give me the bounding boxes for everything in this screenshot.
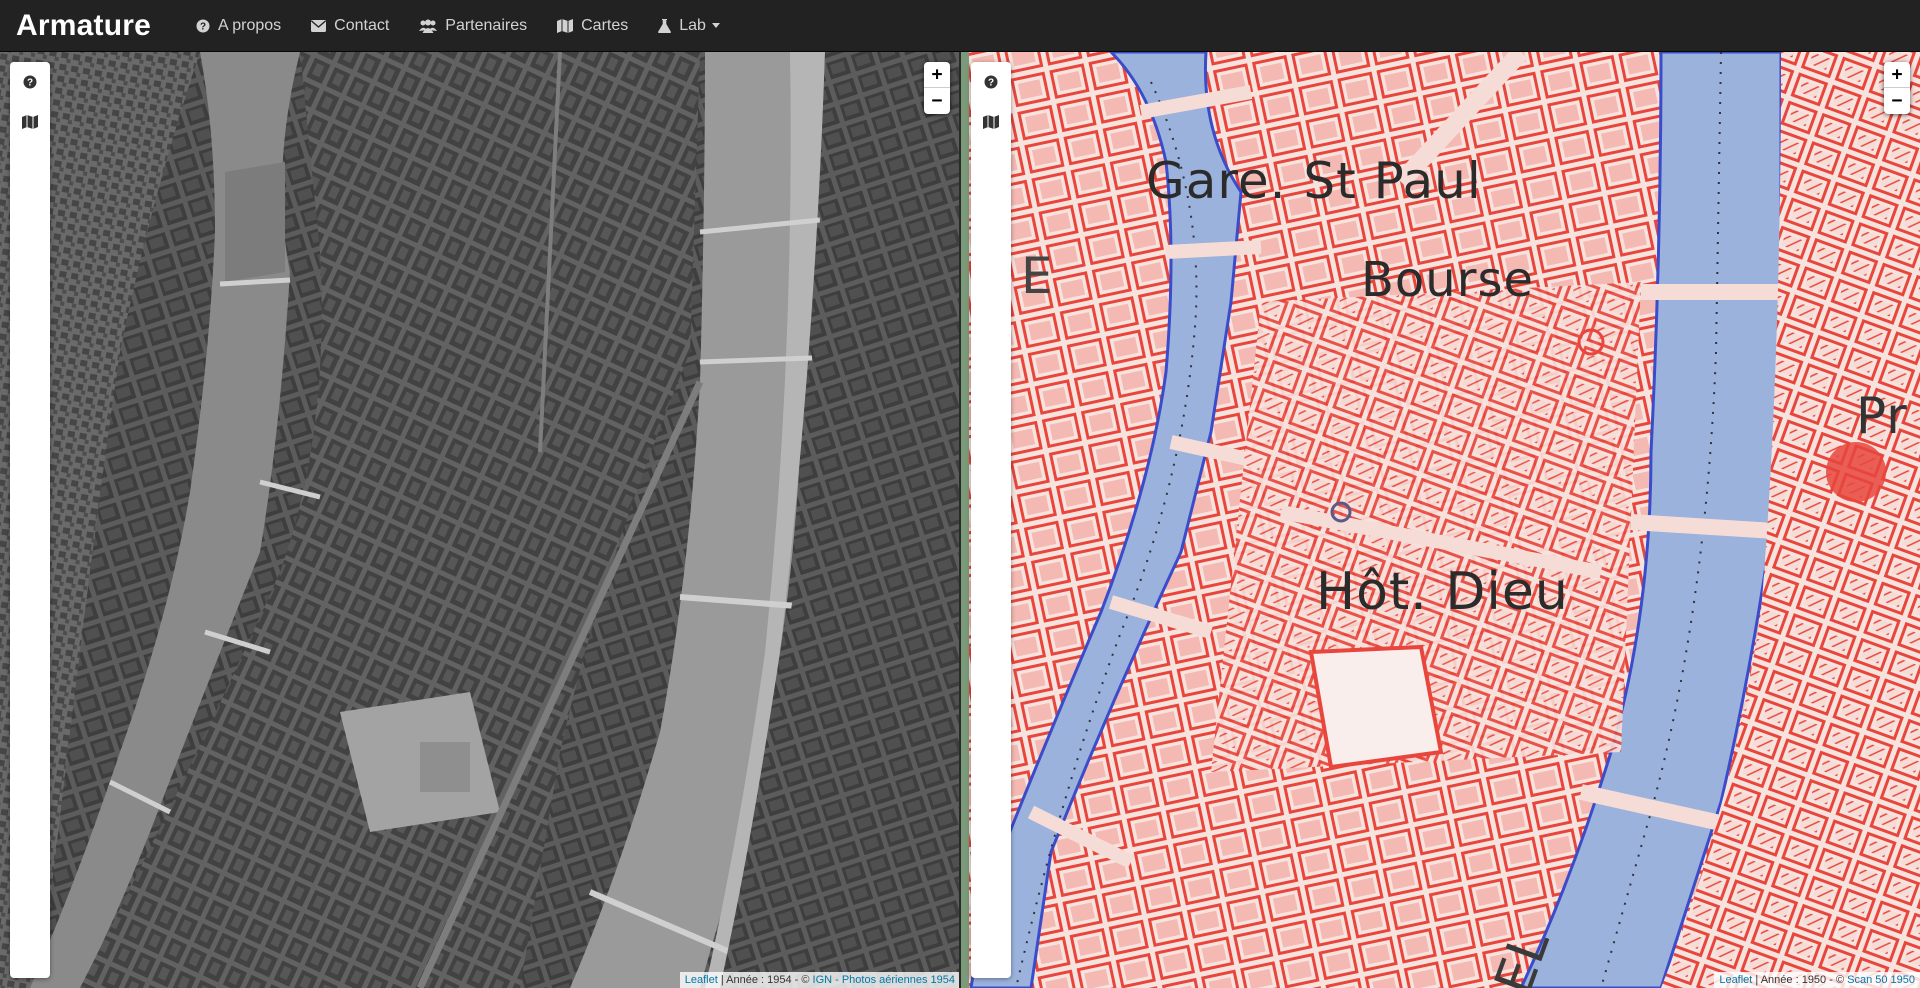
label-gare-st-paul: Gare. St Paul bbox=[1146, 152, 1482, 210]
svg-text:?: ? bbox=[27, 78, 33, 89]
nav-partenaires[interactable]: Partenaires bbox=[404, 0, 542, 52]
label-bourse: Bourse bbox=[1361, 252, 1534, 308]
left-attribution-text: | Année : 1954 - © bbox=[717, 974, 813, 986]
right-attribution-text: | Année : 1950 - © bbox=[1752, 974, 1848, 986]
right-sidebar: ? bbox=[971, 62, 1011, 978]
left-zoom-control: + − bbox=[924, 62, 950, 114]
nav-contact[interactable]: Contact bbox=[296, 0, 404, 52]
top-navbar: Armature ? A propos Contact Partenaires bbox=[0, 0, 1920, 52]
left-source-link[interactable]: IGN - Photos aériennes 1954 bbox=[813, 974, 955, 986]
left-layers-tab[interactable] bbox=[10, 102, 50, 142]
users-icon bbox=[419, 19, 438, 33]
left-help-tab[interactable]: ? bbox=[10, 62, 50, 102]
right-source-link[interactable]: Scan 50 1950 bbox=[1847, 974, 1915, 986]
right-leaflet-link[interactable]: Leaflet bbox=[1719, 974, 1752, 986]
left-zoom-out-button[interactable]: − bbox=[924, 88, 950, 114]
svg-text:?: ? bbox=[988, 78, 994, 89]
nav-partenaires-label: Partenaires bbox=[445, 16, 528, 34]
nav-a-propos-label: A propos bbox=[217, 16, 282, 34]
label-edge-right: Pr bbox=[1856, 387, 1908, 445]
map-icon bbox=[983, 115, 999, 129]
map-icon bbox=[22, 115, 38, 129]
right-help-tab[interactable]: ? bbox=[971, 62, 1011, 102]
right-zoom-in-button[interactable]: + bbox=[1884, 62, 1910, 88]
envelope-icon bbox=[311, 19, 327, 32]
nav-a-propos[interactable]: ? A propos bbox=[181, 0, 296, 52]
caret-down-icon bbox=[711, 23, 720, 28]
brand-logo[interactable]: Armature bbox=[0, 0, 181, 52]
nav-contact-label: Contact bbox=[334, 16, 390, 34]
label-edge-left: E bbox=[1021, 247, 1054, 305]
right-zoom-out-button[interactable]: − bbox=[1884, 88, 1910, 114]
nav-cartes[interactable]: Cartes bbox=[542, 0, 643, 52]
map-icon bbox=[557, 18, 574, 33]
left-attribution: Leaflet | Année : 1954 - © IGN - Photos … bbox=[679, 972, 960, 988]
nav-lab-dropdown[interactable]: Lab bbox=[643, 0, 735, 52]
question-circle-icon: ? bbox=[23, 75, 37, 89]
label-hotel-dieu: Hôt. Dieu bbox=[1316, 562, 1569, 622]
right-zoom-control: + − bbox=[1884, 62, 1910, 114]
nav-cartes-label: Cartes bbox=[581, 16, 629, 34]
aerial-photo-map[interactable] bbox=[0, 52, 960, 988]
flask-icon bbox=[658, 18, 672, 33]
question-circle-icon: ? bbox=[196, 19, 210, 32]
left-leaflet-link[interactable]: Leaflet bbox=[685, 974, 718, 986]
left-map[interactable]: ? + − Leaflet | Année : 1954 - © IGN - P… bbox=[0, 52, 960, 988]
right-map[interactable]: Gare. St Paul Bourse Hôt. Dieu E Pr EL ?… bbox=[961, 52, 1920, 988]
right-attribution: Leaflet | Année : 1950 - © Scan 50 1950 bbox=[1714, 972, 1920, 988]
svg-text:?: ? bbox=[200, 21, 206, 32]
left-sidebar: ? bbox=[10, 62, 50, 978]
nav-lab-label: Lab bbox=[679, 16, 706, 34]
question-circle-icon: ? bbox=[984, 75, 998, 89]
left-zoom-in-button[interactable]: + bbox=[924, 62, 950, 88]
right-layers-tab[interactable] bbox=[971, 102, 1011, 142]
